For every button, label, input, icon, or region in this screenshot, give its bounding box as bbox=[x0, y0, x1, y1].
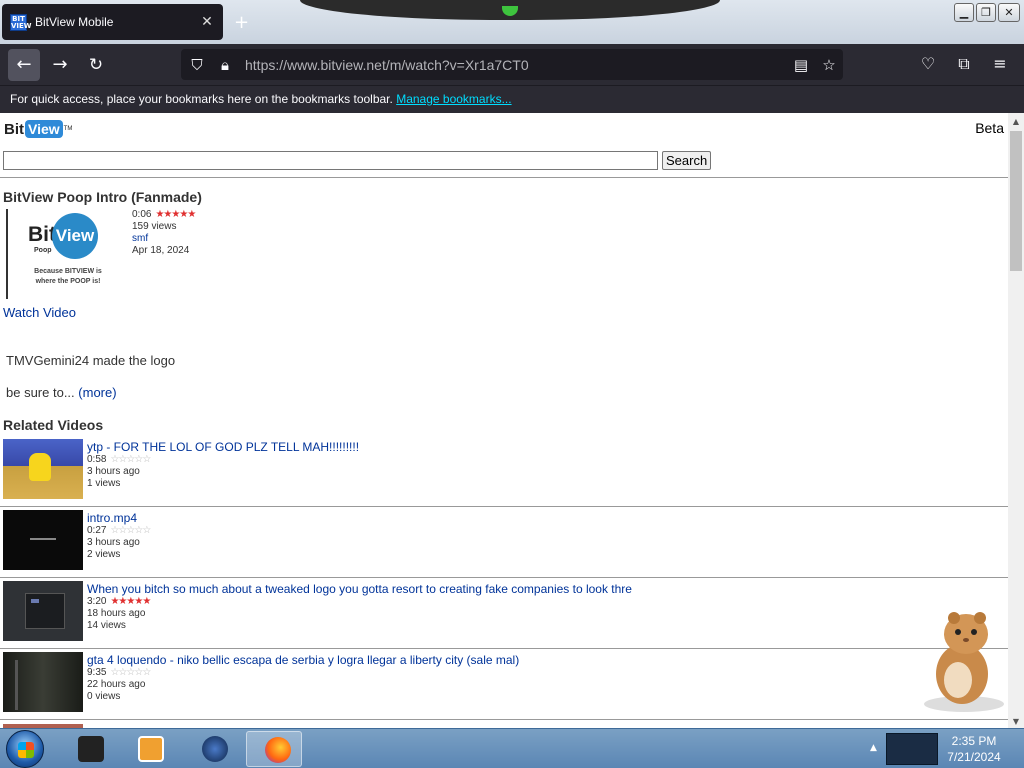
navigation-toolbar: ← → ↻ ⛉ 🔒︎ ▤ ☆ ♡ ⧉ ≡ bbox=[0, 44, 1024, 85]
manage-bookmarks-link[interactable]: Manage bookmarks... bbox=[396, 92, 511, 106]
related-thumbnail[interactable] bbox=[3, 581, 83, 641]
related-duration: 9:35 bbox=[87, 667, 107, 678]
taskbar-app-explorer[interactable] bbox=[60, 731, 116, 767]
scroll-down-icon[interactable]: ▼ bbox=[1008, 717, 1024, 726]
shield-icon[interactable]: ⛉ bbox=[183, 56, 211, 74]
related-thumbnail[interactable] bbox=[3, 510, 83, 570]
related-duration: 0:27 bbox=[87, 525, 107, 536]
thumbnail-tagline: Because BITVIEW is where the POOP is! bbox=[34, 268, 102, 285]
related-views: 0 views bbox=[87, 691, 121, 702]
bitview-favicon-icon: BIT VIEW bbox=[10, 13, 32, 31]
related-video-item[interactable]: ytp - FOR THE LOL OF GOD PLZ TELL MAH!!!… bbox=[0, 436, 1008, 507]
related-thumbnail[interactable] bbox=[3, 652, 83, 712]
rating-stars-icon: ☆☆☆☆☆ bbox=[110, 667, 151, 678]
window-titlebar: BIT VIEW BitView Mobile ✕ + ▁ ❐ ✕ bbox=[0, 0, 1024, 44]
related-duration: 0:58 bbox=[87, 454, 107, 465]
related-duration: 3:20 bbox=[87, 596, 107, 607]
rating-stars-icon: ★★★★★ bbox=[110, 596, 151, 607]
scroll-up-icon[interactable]: ▲ bbox=[1008, 117, 1024, 126]
bookmarks-message: For quick access, place your bookmarks h… bbox=[10, 92, 393, 106]
taskbar-app-globe[interactable] bbox=[184, 731, 240, 767]
taskbar-app-media-player[interactable] bbox=[120, 731, 176, 767]
search-button[interactable]: Search bbox=[662, 151, 712, 170]
related-videos-heading: Related Videos bbox=[3, 417, 104, 433]
related-video-item[interactable]: gta 4 loquendo - niko bellic escapa de s… bbox=[0, 649, 1008, 720]
taskbar-clock[interactable]: 2:35 PM 7/21/2024 bbox=[940, 733, 1008, 765]
taskbar-app-firefox[interactable] bbox=[246, 731, 302, 767]
hamster-mascot-icon bbox=[924, 612, 1004, 712]
pocket-icon[interactable]: ♡ bbox=[916, 54, 940, 76]
video-description-line: TMVGemini24 made the logo bbox=[6, 353, 176, 368]
description-text: be sure to... bbox=[6, 385, 75, 400]
logo-view-text: View bbox=[25, 120, 63, 138]
related-views: 14 views bbox=[87, 620, 126, 631]
related-title[interactable]: When you bitch so much about a tweaked l… bbox=[87, 582, 632, 596]
divider bbox=[0, 177, 1008, 178]
clock-date: 7/21/2024 bbox=[947, 750, 1001, 764]
related-age: 3 hours ago bbox=[87, 537, 140, 548]
logo-tm-text: TM bbox=[63, 126, 73, 132]
thumbnail-poop-text: Poop bbox=[34, 247, 52, 254]
bookmarks-toolbar: For quick access, place your bookmarks h… bbox=[0, 85, 1024, 113]
search-input[interactable] bbox=[3, 151, 658, 170]
tray-expand-icon[interactable]: ▲ bbox=[870, 743, 877, 753]
video-meta: 0:06 ★★★★★ 159 views smf Apr 18, 2024 bbox=[132, 209, 196, 257]
page-scrollbar[interactable]: ▲ ▼ bbox=[1008, 113, 1024, 728]
video-author-link[interactable]: smf bbox=[132, 233, 148, 244]
restore-icon[interactable]: ❐ bbox=[976, 3, 996, 22]
related-views: 2 views bbox=[87, 549, 121, 560]
tray-network-icon[interactable] bbox=[886, 733, 938, 765]
related-age: 18 hours ago bbox=[87, 608, 146, 619]
thumbnail-view-text: View bbox=[52, 213, 98, 259]
close-tab-icon[interactable]: ✕ bbox=[199, 14, 215, 30]
scrollbar-thumb[interactable] bbox=[1010, 131, 1022, 271]
rating-stars-icon: ☆☆☆☆☆ bbox=[110, 525, 151, 536]
rating-stars-icon: ★★★★★ bbox=[155, 209, 196, 220]
related-video-item[interactable]: When you bitch so much about a tweaked l… bbox=[0, 578, 1008, 649]
video-thumbnail-frame: Bit View Poop Because BITVIEW is where t… bbox=[6, 209, 128, 299]
page-content: Bit View TM Beta Search BitView Poop Int… bbox=[0, 113, 1008, 728]
start-button-icon[interactable] bbox=[6, 730, 44, 768]
extensions-icon[interactable]: ⧉ bbox=[952, 54, 976, 76]
browser-tab[interactable]: BIT VIEW BitView Mobile ✕ bbox=[2, 4, 223, 40]
window-controls: ▁ ❐ ✕ bbox=[954, 3, 1020, 22]
minimize-icon[interactable]: ▁ bbox=[954, 3, 974, 22]
related-video-item[interactable]: intro.mp4 0:27 ☆☆☆☆☆ 3 hours ago 2 views bbox=[0, 507, 1008, 578]
related-thumbnail[interactable] bbox=[3, 439, 83, 499]
watch-video-link[interactable]: Watch Video bbox=[3, 305, 76, 320]
video-thumbnail[interactable]: Bit View Poop Because BITVIEW is where t… bbox=[26, 213, 110, 295]
url-input[interactable] bbox=[245, 56, 787, 73]
video-duration: 0:06 bbox=[132, 209, 152, 220]
related-age: 22 hours ago bbox=[87, 679, 146, 690]
windows-taskbar: ▲ 2:35 PM 7/21/2024 bbox=[0, 728, 1024, 768]
related-title[interactable]: ytp - FOR THE LOL OF GOD PLZ TELL MAH!!!… bbox=[87, 440, 359, 454]
reader-view-icon[interactable]: ▤ bbox=[787, 56, 815, 74]
video-title: BitView Poop Intro (Fanmade) bbox=[3, 189, 202, 205]
related-age: 3 hours ago bbox=[87, 466, 140, 477]
more-link[interactable]: (more) bbox=[78, 385, 116, 400]
reload-icon[interactable]: ↻ bbox=[80, 49, 112, 81]
new-tab-icon[interactable]: + bbox=[234, 12, 249, 33]
clock-time: 2:35 PM bbox=[951, 734, 997, 748]
bitview-logo[interactable]: Bit View TM bbox=[4, 120, 72, 138]
video-date: Apr 18, 2024 bbox=[132, 245, 190, 256]
bookmark-star-icon[interactable]: ☆ bbox=[815, 56, 843, 74]
lock-icon[interactable]: 🔒︎ bbox=[211, 56, 239, 74]
window-close-icon[interactable]: ✕ bbox=[998, 3, 1020, 22]
tab-title: BitView Mobile bbox=[35, 15, 114, 29]
related-views: 1 views bbox=[87, 478, 121, 489]
related-title[interactable]: intro.mp4 bbox=[87, 511, 150, 525]
rating-stars-icon: ☆☆☆☆☆ bbox=[110, 454, 151, 465]
titlebar-decoration bbox=[300, 0, 720, 20]
video-description-snippet: be sure to... (more) bbox=[6, 385, 117, 400]
back-arrow-icon[interactable]: ← bbox=[8, 49, 40, 81]
url-bar[interactable]: ⛉ 🔒︎ ▤ ☆ bbox=[181, 49, 843, 80]
logo-bit-text: Bit bbox=[4, 120, 24, 138]
related-title[interactable]: gta 4 loquendo - niko bellic escapa de s… bbox=[87, 653, 519, 667]
video-views: 159 views bbox=[132, 221, 177, 232]
forward-arrow-icon[interactable]: → bbox=[44, 49, 76, 81]
menu-icon[interactable]: ≡ bbox=[988, 54, 1012, 76]
beta-label: Beta bbox=[975, 120, 1004, 136]
